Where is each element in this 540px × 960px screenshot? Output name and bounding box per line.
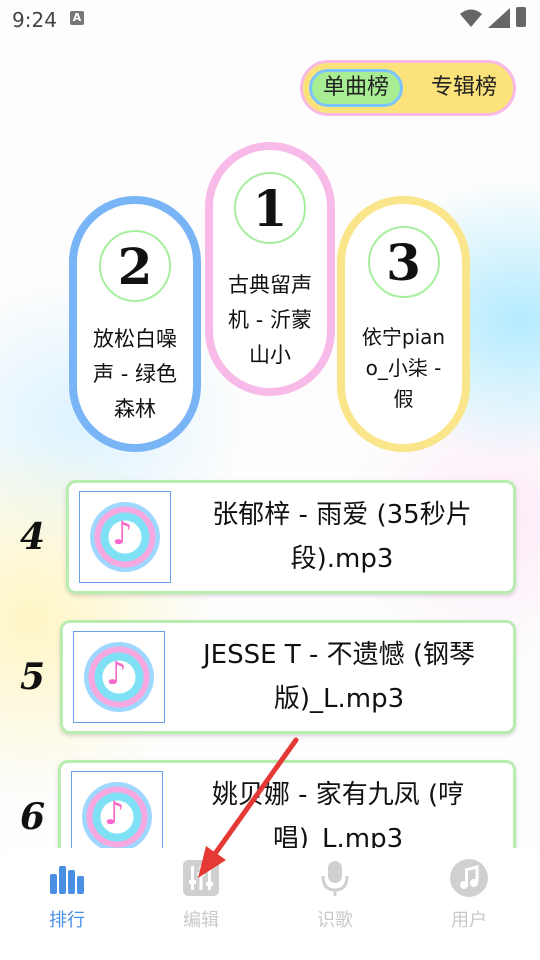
microphone-icon xyxy=(321,861,349,896)
podium-song-title: 古典留声机 - 沂蒙山小 xyxy=(228,273,312,367)
signal-icon xyxy=(488,8,510,28)
song-card[interactable]: ♪ JESSE T - 不遗憾 (钢琴版)_L.mp3 xyxy=(60,620,516,734)
status-time: 9:24 xyxy=(12,8,57,32)
nav-label: 识歌 xyxy=(317,910,353,931)
list-item: 4 ♪ 张郁梓 - 雨爱 (35秒片段).mp3 xyxy=(0,480,540,596)
wifi-icon xyxy=(460,9,482,27)
podium-rank-3[interactable]: 3 依宁piano_小柒 - 假 xyxy=(337,196,470,452)
song-title: JESSE T - 不遗憾 (钢琴版)_L.mp3 xyxy=(203,640,475,714)
song-card[interactable]: ♪ 张郁梓 - 雨爱 (35秒片段).mp3 xyxy=(66,480,516,594)
rank-badge: 2 xyxy=(99,230,171,302)
music-note-icon: ♪ xyxy=(112,514,133,552)
chart-type-toggle: 单曲榜 专辑榜 xyxy=(300,60,516,116)
notification-a-icon: A xyxy=(70,11,84,25)
rank-number: 6 xyxy=(20,796,46,838)
rank-badge: 1 xyxy=(234,172,306,244)
nav-item-identify-song[interactable]: 识歌 xyxy=(268,848,402,960)
bottom-nav: 排行 编辑 识歌 用户 xyxy=(0,848,540,960)
nav-label: 排行 xyxy=(49,910,85,931)
nav-label: 编辑 xyxy=(183,910,219,931)
music-note-icon xyxy=(450,859,488,897)
music-note-icon: ♪ xyxy=(104,794,125,832)
nav-item-edit[interactable]: 编辑 xyxy=(134,848,268,960)
nav-item-user[interactable]: 用户 xyxy=(402,848,536,960)
podium-song-title: 依宁piano_小柒 - 假 xyxy=(361,325,446,411)
tab-single-chart[interactable]: 单曲榜 xyxy=(309,69,403,107)
equalizer-icon xyxy=(183,860,219,896)
nav-label: 用户 xyxy=(451,910,487,931)
tab-album-chart[interactable]: 专辑榜 xyxy=(419,69,509,107)
rank-badge: 3 xyxy=(367,226,440,298)
podium-rank-2[interactable]: 2 放松白噪声 - 绿色森林 xyxy=(69,196,201,452)
status-bar: 9:24 A xyxy=(0,0,540,36)
song-cover-image: ♪ xyxy=(79,491,171,583)
bar-chart-icon xyxy=(50,866,84,894)
podium-rank-1[interactable]: 1 古典留声机 - 沂蒙山小 xyxy=(205,142,335,396)
podium-song-title: 放松白噪声 - 绿色森林 xyxy=(93,327,177,421)
rank-number: 5 xyxy=(20,656,46,698)
song-cover-image: ♪ xyxy=(73,631,165,723)
nav-item-ranking[interactable]: 排行 xyxy=(0,848,134,960)
rank-number: 4 xyxy=(20,516,46,558)
music-note-icon: ♪ xyxy=(106,654,127,692)
battery-icon xyxy=(516,7,526,27)
song-title: 张郁梓 - 雨爱 (35秒片段).mp3 xyxy=(212,500,472,574)
list-item: 5 ♪ JESSE T - 不遗憾 (钢琴版)_L.mp3 xyxy=(0,620,540,736)
